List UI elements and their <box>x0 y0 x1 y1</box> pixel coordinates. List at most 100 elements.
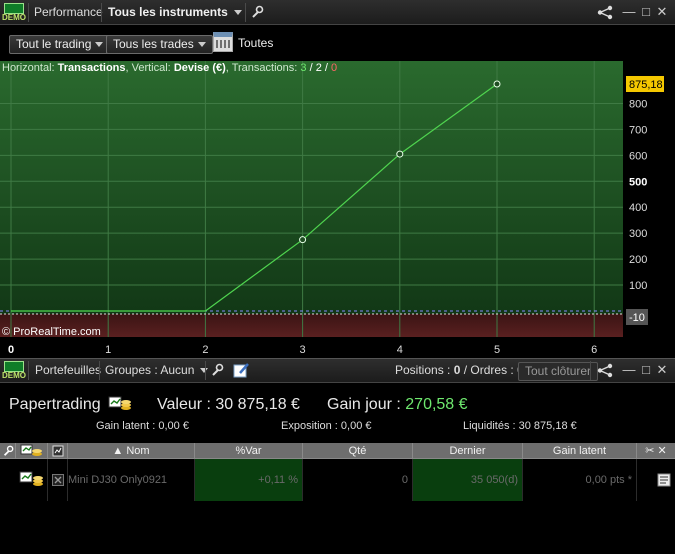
instrument-filter-dropdown[interactable]: Tous les instruments <box>108 0 242 25</box>
y-tick-label: 800 <box>629 98 647 110</box>
trading-filter-label: Tout le trading <box>16 37 92 51</box>
maximize-icon[interactable]: □ <box>639 4 653 20</box>
maximize-icon[interactable]: □ <box>639 362 653 378</box>
separator <box>245 3 246 22</box>
data-point <box>493 80 501 88</box>
separator <box>205 361 206 380</box>
row-portfolio-icon <box>16 459 48 501</box>
row-last: 35 050(d) <box>413 459 523 501</box>
value-amount: 30 875,18 € <box>215 396 300 413</box>
close-icon[interactable]: ✕ <box>655 4 669 20</box>
liquidity: Liquidités : 30 875,18 € <box>463 420 577 432</box>
settings-wrench-icon[interactable] <box>0 443 16 459</box>
calendar-icon[interactable] <box>213 32 233 52</box>
edit-order-icon[interactable] <box>233 362 250 379</box>
day-gain: Gain jour : 270,58 € <box>327 396 468 414</box>
period-label[interactable]: Toutes <box>238 36 273 50</box>
row-close-icon[interactable] <box>48 459 68 501</box>
close-all-button[interactable]: Tout clôturer <box>518 362 599 381</box>
minimize-icon[interactable]: — <box>622 362 636 378</box>
last-value-label: 875,18 <box>629 79 663 91</box>
positions-label: Positions : <box>395 363 451 377</box>
x-tick-label: 4 <box>397 344 403 356</box>
y-tick-label: 500 <box>629 176 647 188</box>
separator <box>101 3 102 22</box>
row-details-icon[interactable] <box>637 459 675 501</box>
table-row[interactable]: Mini DJ30 Only0921 +0,11 % 0 35 050(d) 0… <box>0 459 675 501</box>
x-axis-background <box>623 337 675 358</box>
separator <box>28 3 29 22</box>
day-gain-amount: 270,58 € <box>405 396 468 413</box>
column-name-header[interactable]: ▲ Nom <box>68 443 195 459</box>
separator <box>28 361 29 380</box>
column-chart-icon[interactable] <box>48 443 68 459</box>
performance-chart: 100 200 300 400 500 600 700 800 0123456 875,18-… <box>0 61 675 358</box>
account-summary: Papertrading Valeur : 30 875,18 € Gain j… <box>0 383 675 443</box>
close-position-icon[interactable]: ✕ <box>654 445 667 457</box>
column-tools-header[interactable]: ✂ ✕ <box>637 443 675 459</box>
chevron-down-icon <box>233 10 242 16</box>
share-icon[interactable] <box>597 363 613 378</box>
account-name: Papertrading <box>9 396 101 413</box>
row-var: +0,11 % <box>195 459 303 501</box>
chart-info-vprefix: , Vertical: <box>125 62 171 74</box>
wrench-icon[interactable] <box>210 363 224 377</box>
orders-label: / Ordres : <box>463 363 514 377</box>
chevron-down-icon <box>95 42 104 48</box>
performance-toolbar: DEMO Performance Tous les instruments — … <box>0 0 675 25</box>
trading-filter-dropdown[interactable]: Tout le trading <box>9 35 111 54</box>
column-var-header[interactable]: %Var <box>195 443 303 459</box>
close-icon[interactable]: ✕ <box>655 362 669 378</box>
transactions-sep: / <box>324 62 328 74</box>
day-gain-label: Gain jour : <box>327 396 401 413</box>
value-label: Valeur : <box>157 396 211 413</box>
minimize-icon[interactable]: — <box>622 4 636 20</box>
x-tick-label: 1 <box>105 344 111 356</box>
data-point <box>299 236 307 244</box>
separator <box>99 361 100 380</box>
transactions-sep: / <box>309 62 313 74</box>
tab-portfolios[interactable]: Portefeuilles <box>35 359 101 382</box>
chart-info-vertical: Devise (€) <box>173 62 226 74</box>
y-tick-label: 300 <box>629 228 647 240</box>
profit-zone <box>0 61 623 314</box>
row-qty: 0 <box>303 459 413 501</box>
chevron-down-icon <box>197 42 206 48</box>
tab-performance[interactable]: Performance <box>34 0 103 25</box>
sort-ascending-icon: ▲ <box>112 445 127 457</box>
demo-badge-icon: DEMO <box>2 3 26 22</box>
positions-orders-status: Positions : 0 / Ordres : 0 <box>395 359 524 382</box>
y-tick-label: 200 <box>629 254 647 266</box>
y-tick-label: 700 <box>629 124 647 136</box>
x-tick-label: 0 <box>8 344 14 356</box>
row-instrument-name[interactable]: Mini DJ30 Only0921 <box>68 459 195 501</box>
column-latent-header[interactable]: Gain latent <box>523 443 637 459</box>
trades-filter-dropdown[interactable]: Tous les trades <box>106 35 213 54</box>
exposure: Exposition : 0,00 € <box>281 420 372 432</box>
positions-count: 0 <box>453 363 461 377</box>
y-tick-label: 600 <box>629 150 647 162</box>
chart-info-line: Horizontal: Transactions, Vertical: Devi… <box>2 62 337 74</box>
share-icon[interactable] <box>597 5 613 20</box>
x-tick-label: 6 <box>591 344 597 356</box>
zero-value-label: -10 <box>629 312 645 324</box>
separator <box>590 361 591 380</box>
chart-info-prefix: Horizontal: <box>2 62 55 74</box>
watermark: © ProRealTime.com <box>2 326 101 338</box>
demo-badge-icon: DEMO <box>2 361 26 380</box>
column-name-label: Nom <box>126 445 150 457</box>
column-last-header[interactable]: Dernier <box>413 443 523 459</box>
latent-gain: Gain latent : 0,00 € <box>96 420 189 432</box>
column-portfolio-icon[interactable] <box>16 443 48 459</box>
groups-dropdown[interactable]: Groupes : Aucun <box>105 359 209 382</box>
portfolio-value: Valeur : 30 875,18 € <box>157 396 300 414</box>
x-axis-strip <box>0 337 623 358</box>
row-latent-gain: 0,00 pts * <box>523 459 637 501</box>
y-tick-label: 400 <box>629 202 647 214</box>
column-qty-header[interactable]: Qté <box>303 443 413 459</box>
positions-table-header: ▲ Nom %Var Qté Dernier Gain latent ✂ ✕ <box>0 443 675 459</box>
filter-bar: Tout le trading Tous les trades Toutes <box>0 26 675 61</box>
chart-info-tprefix: , Transactions: <box>225 62 298 74</box>
x-tick-label: 2 <box>202 344 208 356</box>
wrench-icon[interactable] <box>250 5 264 19</box>
